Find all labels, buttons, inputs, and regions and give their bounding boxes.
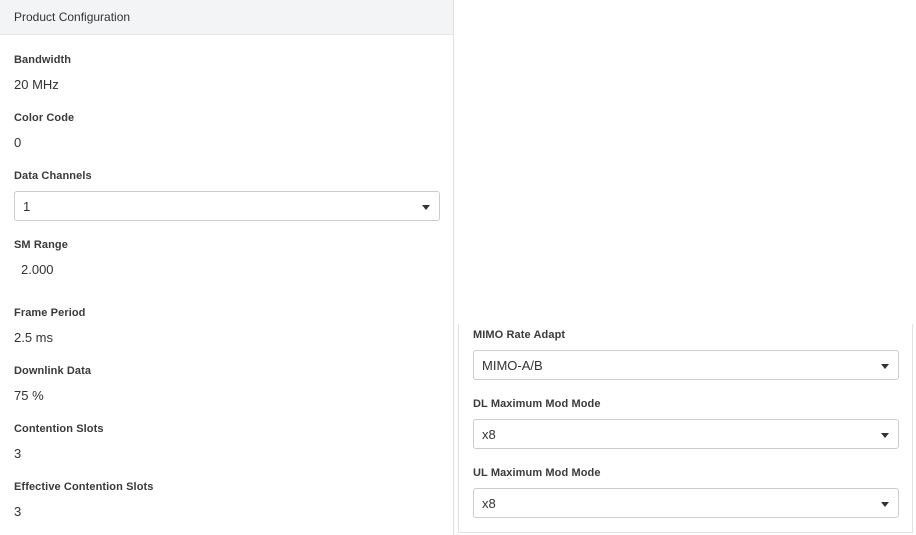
page: Product Configuration Bandwidth 20 MHz C… [0,0,916,535]
dl-max-mod-mode-selected-value: x8 [482,426,496,442]
chevron-down-icon [422,205,430,210]
bandwidth-label: Bandwidth [14,54,72,66]
effective-contention-slots-label: Effective Contention Slots [14,481,154,493]
effective-contention-slots-field: Effective Contention Slots 3 [14,480,440,520]
bandwidth-field: Bandwidth 20 MHz [14,53,440,93]
data-channels-select[interactable]: 1 [14,191,440,221]
mimo-rate-adapt-select[interactable]: MIMO-A/B [473,350,899,380]
downlink-data-field: Downlink Data 75 % [14,364,440,404]
frame-period-value: 2.5 ms [14,330,54,345]
mimo-rate-adapt-field: MIMO Rate Adapt MIMO-A/B [473,328,899,380]
chevron-down-icon [881,364,889,369]
ul-max-mod-mode-label: UL Maximum Mod Mode [473,467,601,479]
downlink-data-value: 75 % [14,388,44,403]
bandwidth-value: 20 MHz [14,77,59,92]
sm-range-label: SM Range [14,239,68,251]
ul-max-mod-mode-selected-value: x8 [482,495,496,511]
chevron-down-icon [881,502,889,507]
contention-slots-label: Contention Slots [14,423,104,435]
data-channels-label: Data Channels [14,170,92,182]
contention-slots-value: 3 [14,446,22,461]
sm-range-field: SM Range 2.000 [14,238,440,278]
mimo-rate-adapt-selected-value: MIMO-A/B [482,357,543,373]
color-code-value: 0 [14,135,22,150]
panel-header: Product Configuration [0,0,453,35]
ul-max-mod-mode-field: UL Maximum Mod Mode x8 [473,466,899,518]
ul-max-mod-mode-select[interactable]: x8 [473,488,899,518]
frame-period-label: Frame Period [14,307,86,319]
mod-mode-panel: MIMO Rate Adapt MIMO-A/B DL Maximum Mod … [458,324,913,533]
color-code-label: Color Code [14,112,75,124]
sm-range-value: 2.000 [21,262,54,277]
dl-max-mod-mode-field: DL Maximum Mod Mode x8 [473,397,899,449]
frame-period-field: Frame Period 2.5 ms [14,306,440,346]
data-channels-selected-value: 1 [23,198,31,214]
panel-title: Product Configuration [14,10,131,24]
product-configuration-panel: Product Configuration Bandwidth 20 MHz C… [0,0,454,535]
contention-slots-field: Contention Slots 3 [14,422,440,462]
data-channels-field: Data Channels 1 [14,169,440,221]
dl-max-mod-mode-select[interactable]: x8 [473,419,899,449]
downlink-data-label: Downlink Data [14,365,92,377]
chevron-down-icon [881,433,889,438]
dl-max-mod-mode-label: DL Maximum Mod Mode [473,398,601,410]
color-code-field: Color Code 0 [14,111,440,151]
mimo-rate-adapt-label: MIMO Rate Adapt [473,329,566,341]
effective-contention-slots-value: 3 [14,504,22,519]
